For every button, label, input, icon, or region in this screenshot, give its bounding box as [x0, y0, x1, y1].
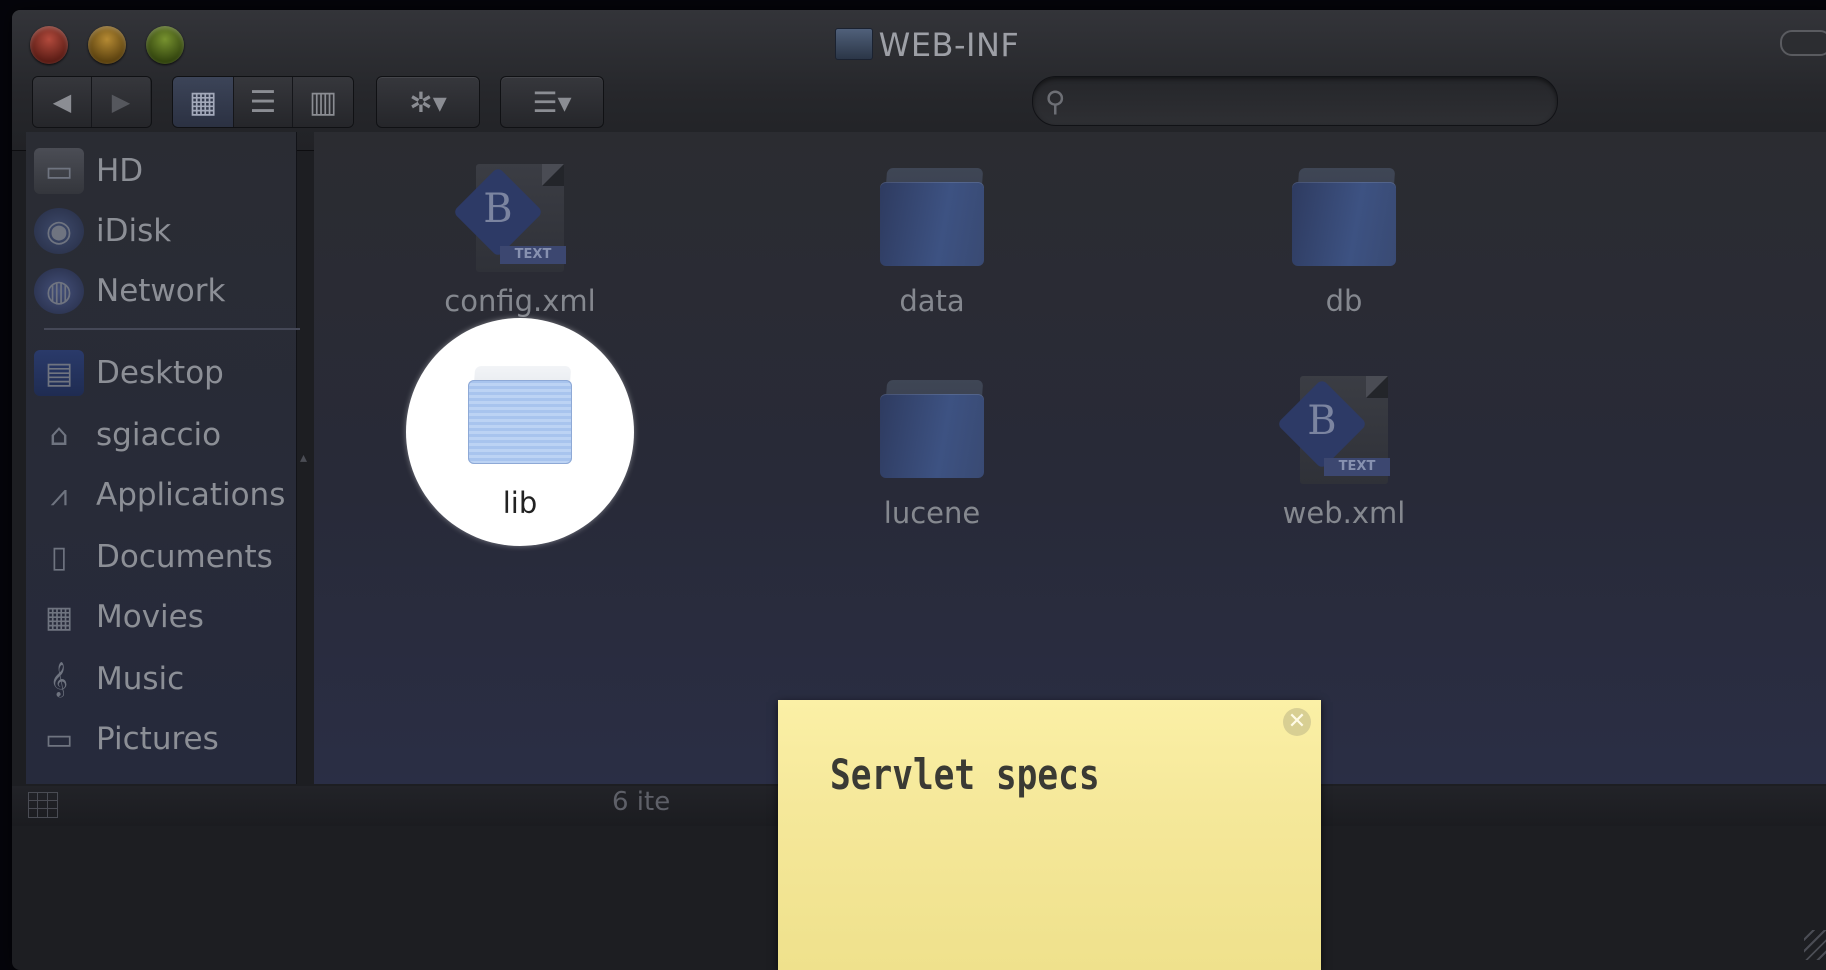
sidebar-item-label: Applications — [96, 477, 286, 513]
column-view-button[interactable]: ▥ — [293, 77, 353, 127]
sidebar-item-pictures[interactable]: ▭ Pictures — [34, 712, 294, 766]
sticky-note-text[interactable]: Servlet specs — [830, 750, 1100, 799]
gear-icon: ✲▾ — [409, 85, 447, 119]
folder-icon — [834, 28, 873, 60]
title-bar: WEB-INF ◀ ▶ ▦ ☰ ▥ ✲▾ ☰▾ ⚲ — [12, 10, 1826, 151]
sidebar-item-home[interactable]: ⌂ sgiaccio — [34, 408, 294, 462]
sidebar-item-label: iDisk — [96, 213, 172, 249]
sidebar-item-label: Music — [96, 661, 185, 697]
network-icon: ◍ — [34, 268, 84, 314]
hard-drive-icon: ▭ — [34, 148, 84, 194]
list-view-button[interactable]: ☰ — [234, 77, 293, 127]
xml-document-icon: B TEXT — [1276, 376, 1390, 484]
sidebar-item-label: Pictures — [96, 721, 219, 757]
sidebar-item-desktop[interactable]: ▤ Desktop — [34, 346, 294, 400]
close-icon[interactable]: ✕ — [1283, 708, 1311, 736]
list-view-icon: ☰ — [249, 84, 277, 120]
sidebar-item-label: Network — [96, 273, 226, 309]
applications-icon: ⩘ — [50, 477, 68, 513]
file-name: lib — [502, 486, 538, 520]
sidebar-resize-handle[interactable]: ▴ — [300, 450, 307, 466]
sticky-note[interactable]: ✕ Servlet specs — [778, 700, 1321, 970]
back-forward-control: ◀ ▶ — [32, 76, 152, 128]
back-arrow-icon: ◀ — [52, 88, 72, 116]
file-name: config.xml — [444, 284, 596, 318]
desktop-icon: ▤ — [34, 350, 84, 396]
sidebar-item-movies[interactable]: ▦ Movies — [34, 590, 294, 644]
view-mode-control: ▦ ☰ ▥ — [172, 76, 354, 128]
folder-item-lib-spotlight[interactable]: lib — [406, 318, 634, 546]
folder-item-data[interactable]: data — [792, 156, 1072, 318]
window-title: WEB-INF — [12, 26, 1826, 64]
idisk-icon: ◉ — [34, 208, 84, 254]
pictures-icon: ▭ — [44, 721, 74, 757]
icon-view-icon: ▦ — [188, 84, 218, 120]
icon-view-button[interactable]: ▦ — [173, 77, 234, 127]
sidebar-item-label: Movies — [96, 599, 204, 635]
sidebar-item-documents[interactable]: ▯ Documents — [34, 530, 294, 584]
sidebar-item-applications[interactable]: ⩘ Applications — [34, 468, 294, 522]
movies-icon: ▦ — [44, 599, 74, 635]
folder-item-db[interactable]: db — [1204, 156, 1484, 318]
sidebar-item-label: HD — [96, 153, 144, 189]
file-item-config-xml[interactable]: B TEXT config.xml — [380, 156, 660, 318]
toolbar-toggle-button[interactable] — [1780, 30, 1826, 56]
folder-icon — [468, 366, 572, 464]
forward-button[interactable]: ▶ — [92, 77, 150, 127]
file-name: db — [1325, 284, 1363, 318]
action-menu-button[interactable]: ✲▾ — [376, 76, 480, 128]
sidebar-item-label: Documents — [96, 539, 273, 575]
folder-icon — [880, 380, 984, 478]
home-icon: ⌂ — [49, 417, 69, 453]
music-icon: 𝄞 — [50, 661, 68, 697]
resize-handle[interactable] — [1804, 930, 1826, 960]
folder-icon — [880, 168, 984, 266]
sidebar-item-label: sgiaccio — [96, 417, 222, 453]
item-count: 6 ite — [612, 787, 671, 817]
sidebar-item-music[interactable]: 𝄞 Music — [34, 652, 294, 706]
sidebar-item-network[interactable]: ◍ Network — [34, 264, 294, 318]
sidebar-divider — [44, 328, 300, 330]
file-item-web-xml[interactable]: B TEXT web.xml — [1204, 368, 1484, 530]
forward-arrow-icon: ▶ — [111, 88, 131, 116]
window-title-text: WEB-INF — [878, 26, 1020, 64]
sidebar: ▭ HD ◉ iDisk ◍ Network ▤ Desktop ⌂ sgiac… — [26, 132, 300, 784]
folder-item-lucene[interactable]: lucene — [792, 368, 1072, 530]
file-name: lucene — [883, 496, 981, 530]
sidebar-item-idisk[interactable]: ◉ iDisk — [34, 204, 294, 258]
folder-icon — [1292, 168, 1396, 266]
sidebar-item-hd[interactable]: ▭ HD — [34, 144, 294, 198]
sidebar-item-label: Desktop — [96, 355, 224, 391]
xml-document-icon: B TEXT — [452, 164, 566, 272]
arrange-icon: ☰▾ — [532, 85, 572, 119]
file-name: data — [899, 284, 965, 318]
documents-icon: ▯ — [50, 539, 68, 575]
search-icon: ⚲ — [1045, 85, 1066, 118]
back-button[interactable]: ◀ — [33, 77, 92, 127]
status-grid-icon — [28, 792, 58, 818]
arrange-menu-button[interactable]: ☰▾ — [500, 76, 604, 128]
file-name: web.xml — [1282, 496, 1406, 530]
column-view-icon: ▥ — [308, 84, 338, 120]
search-field[interactable]: ⚲ — [1032, 76, 1558, 126]
